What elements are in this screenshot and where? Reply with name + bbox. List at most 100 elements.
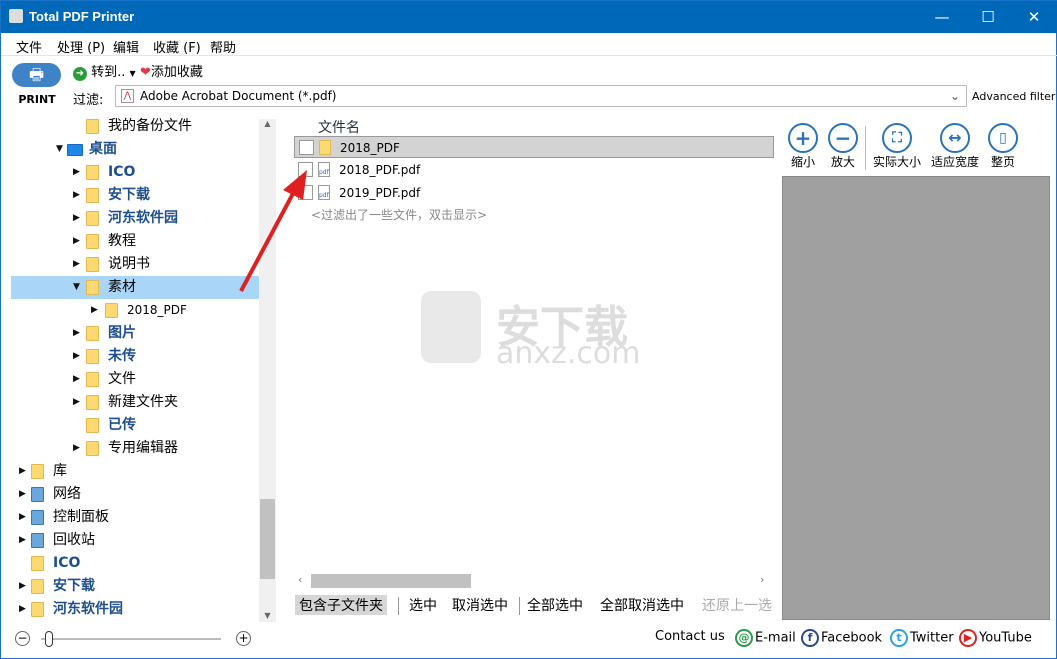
select-all-button[interactable]: 全部选中 [527, 595, 583, 615]
tree-item[interactable]: 我的备份文件 [11, 115, 259, 138]
zoom-in-tool[interactable]: − 放大 [827, 123, 859, 170]
arrow-right-icon: ➜ [73, 67, 87, 81]
window-title: Total PDF Printer [29, 9, 135, 24]
advanced-filter-link[interactable]: Advanced filter [972, 90, 1055, 103]
network-icon [31, 487, 44, 502]
collapsed-arrow-icon[interactable]: ▶ [19, 483, 26, 506]
menu-file[interactable]: 文件 [16, 37, 42, 56]
tree-item[interactable]: ▶ 未传 [11, 345, 259, 368]
tool-label: 实际大小 [872, 155, 921, 169]
tree-item[interactable]: ▶ 控制面板 [11, 506, 259, 529]
tool-label: 放大 [830, 155, 855, 169]
recycle-bin-icon [31, 533, 44, 548]
menu-process[interactable]: 处理 (P) [57, 37, 105, 56]
tree-item[interactable]: ▶ 图片 [11, 322, 259, 345]
collapsed-arrow-icon[interactable]: ▶ [73, 437, 80, 460]
collapsed-arrow-icon[interactable]: ▶ [73, 253, 80, 276]
collapsed-arrow-icon[interactable]: ▶ [73, 207, 80, 230]
minimize-button[interactable]: — [919, 1, 965, 33]
tree-item[interactable]: ▶ 网络 [11, 483, 259, 506]
tree-item[interactable]: ▶ 安下载 [11, 575, 259, 598]
filter-select[interactable]: ⋀ Adobe Acrobat Document (*.pdf) ⌄ [115, 85, 967, 107]
tree-item[interactable]: ▶ 专用编辑器 [11, 437, 259, 460]
add-favorite-button[interactable]: ❤添加收藏 [140, 61, 203, 80]
tree-item[interactable]: ▶ ICO [11, 161, 259, 184]
close-button[interactable]: ✕ [1011, 1, 1057, 33]
tree-item[interactable]: ▶ 库 [11, 460, 259, 483]
menu-favorites[interactable]: 收藏 (F) [153, 37, 201, 56]
collapsed-arrow-icon[interactable]: ▶ [73, 322, 80, 345]
tree-item[interactable]: ▶ 河东软件园 [11, 598, 259, 621]
include-subfolders-button[interactable]: 包含子文件夹 [295, 595, 387, 615]
file-row[interactable]: pdf 2018_PDF.pdf [294, 159, 774, 181]
tree-item-label: 文件 [108, 371, 136, 387]
collapsed-arrow-icon[interactable]: ▶ [19, 460, 26, 483]
file-row[interactable]: pdf 2019_PDF.pdf [294, 182, 774, 204]
filtered-files-note[interactable]: <过滤出了一些文件，双击显示> [311, 206, 487, 223]
zoom-out-tool[interactable]: + 缩小 [787, 123, 819, 170]
scroll-left-icon[interactable]: ‹ [298, 573, 302, 586]
fit-width-tool[interactable]: ↔ 适应宽度 [929, 123, 981, 170]
collapsed-arrow-icon[interactable]: ▶ [73, 230, 80, 253]
column-header-filename[interactable]: 文件名 [294, 117, 774, 136]
library-icon [31, 464, 44, 479]
collapsed-arrow-icon[interactable]: ▶ [73, 391, 80, 414]
goto-button[interactable]: ➜ 转到.. ▼ [73, 61, 136, 81]
tree-item-label: 安下载 [53, 578, 95, 594]
tree-item[interactable]: ▶ 2018_PDF [11, 299, 259, 322]
twitter-link[interactable]: t Twitter [890, 629, 954, 647]
collapsed-arrow-icon[interactable]: ▶ [19, 529, 26, 552]
zoom-in-icon[interactable]: + [236, 631, 251, 646]
zoom-slider[interactable]: − + [15, 629, 255, 649]
scrollbar-thumb[interactable] [311, 574, 471, 588]
file-row[interactable]: 2018_PDF [294, 136, 774, 158]
scroll-right-icon[interactable]: › [760, 573, 764, 586]
expanded-arrow-icon[interactable]: ▼ [73, 276, 80, 299]
restore-selection-button[interactable]: 还原上一选 [702, 595, 774, 615]
tree-item[interactable]: ▶ 回收站 [11, 529, 259, 552]
tree-item[interactable]: ▶ 教程 [11, 230, 259, 253]
file-list-hscrollbar[interactable]: ‹ › [294, 573, 774, 588]
row-checkbox[interactable] [299, 140, 314, 155]
deselect-all-button[interactable]: 全部取消选中 [600, 595, 684, 615]
tree-item[interactable]: ▼ 素材 [11, 276, 259, 299]
full-page-tool[interactable]: ▯ 整页 [987, 123, 1019, 170]
tree-item[interactable]: ▶ 说明书 [11, 253, 259, 276]
divider [398, 597, 399, 615]
scroll-up-icon[interactable]: ▲ [259, 119, 276, 128]
watermark-shield-icon [421, 291, 481, 363]
print-button[interactable]: 🖶 PRINT [12, 63, 62, 109]
collapsed-arrow-icon[interactable]: ▶ [19, 506, 26, 529]
tree-item[interactable]: ICO [11, 552, 259, 575]
collapsed-arrow-icon[interactable]: ▶ [19, 575, 26, 598]
maximize-button[interactable]: ☐ [965, 1, 1011, 33]
select-button[interactable]: 选中 [409, 595, 437, 615]
tree-item[interactable]: ▶ 文件 [11, 368, 259, 391]
expanded-arrow-icon[interactable]: ▼ [56, 138, 63, 161]
youtube-link[interactable]: ▶ YouTube [959, 629, 1032, 647]
menu-edit[interactable]: 编辑 [113, 37, 139, 56]
email-link[interactable]: @ E-mail [735, 629, 796, 647]
collapsed-arrow-icon[interactable]: ▶ [19, 598, 26, 621]
scroll-down-icon[interactable]: ▼ [259, 611, 276, 620]
actual-size-tool[interactable]: ⛶ 实际大小 [871, 123, 923, 170]
facebook-link[interactable]: f Facebook [801, 629, 882, 647]
tree-item[interactable]: ▶ 河东软件园 [11, 207, 259, 230]
collapsed-arrow-icon[interactable]: ▶ [73, 161, 80, 184]
tree-item[interactable]: ▼ 桌面 [11, 138, 259, 161]
slider-thumb[interactable] [45, 631, 53, 647]
tree-item[interactable]: ▶ 新建文件夹 [11, 391, 259, 414]
collapsed-arrow-icon[interactable]: ▶ [73, 345, 80, 368]
tree-item[interactable]: 已传 [11, 414, 259, 437]
menu-help[interactable]: 帮助 [210, 37, 236, 56]
collapsed-arrow-icon[interactable]: ▶ [73, 368, 80, 391]
tool-label: 整页 [990, 155, 1015, 169]
collapsed-arrow-icon[interactable]: ▶ [73, 184, 80, 207]
deselect-button[interactable]: 取消选中 [452, 595, 508, 615]
scrollbar-thumb[interactable] [260, 499, 275, 579]
zoom-out-icon[interactable]: − [15, 631, 30, 646]
collapsed-arrow-icon[interactable]: ▶ [91, 299, 98, 322]
folder-icon [31, 602, 44, 617]
tree-item[interactable]: ▶ 安下载 [11, 184, 259, 207]
folder-icon [105, 303, 118, 318]
